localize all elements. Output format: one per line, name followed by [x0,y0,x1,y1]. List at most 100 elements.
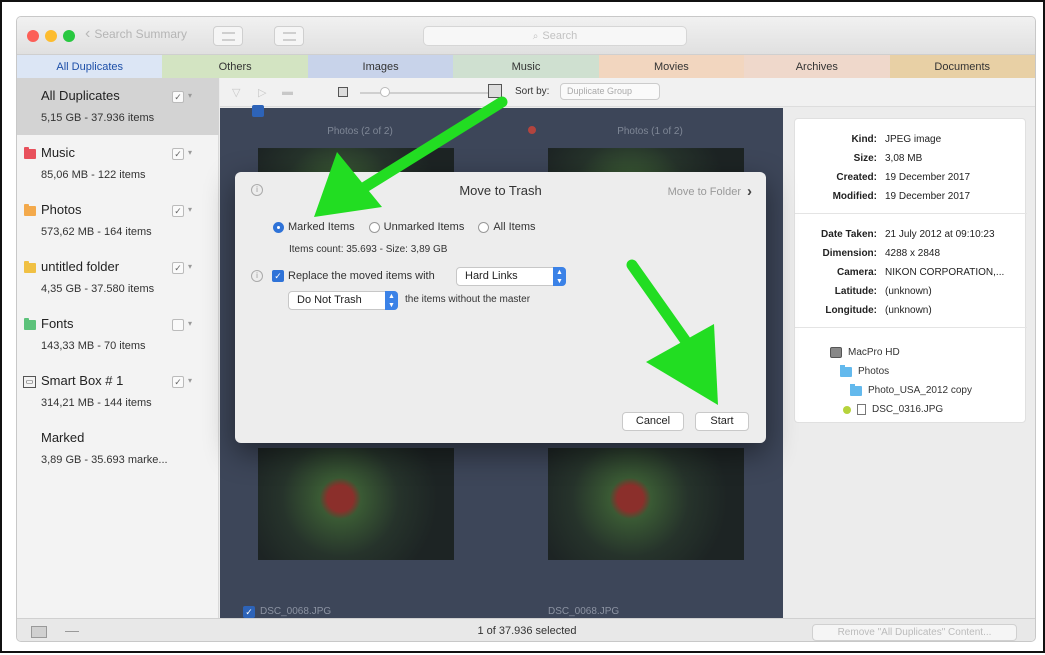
info-value: (unknown) [885,286,932,297]
tab-label: Others [218,60,252,73]
tab-label: Movies [653,60,689,73]
thumbnail-image[interactable] [548,448,744,560]
tab-documents[interactable]: Documents [889,55,1035,78]
file-name: DSC_0068.JPG [260,606,332,617]
tab-others[interactable]: Others [162,55,308,78]
start-button[interactable]: Start [695,412,749,431]
close-window-button[interactable] [27,30,39,42]
zoom-window-button[interactable] [63,30,75,42]
chevron-right-icon: › [747,183,752,200]
path-file[interactable]: DSC_0316.JPG [843,404,943,415]
tab-all-duplicates[interactable]: All Duplicates [17,55,163,78]
path-volume[interactable]: MacPro HD [830,347,900,358]
info-value: 21 July 2012 at 09:10:23 [885,229,995,240]
sidebar-item-smart-box[interactable]: ▭ Smart Box # 1 314,21 MB - 144 items ✓ … [17,363,219,420]
info-label: Kind: [851,134,877,145]
sidebar-item-checkbox[interactable]: ✓ [172,376,184,388]
radio-all-items[interactable]: All Items [478,221,536,233]
jpg-file-icon [857,404,866,415]
sidebar-item-label: Photos [41,202,82,217]
zoom-small-icon[interactable] [338,87,348,97]
radio-button[interactable] [273,221,284,233]
sidebar-item-music[interactable]: Music 85,06 MB - 122 items ✓ ▾ [17,135,219,192]
path-folder[interactable]: Photos [840,364,889,377]
sidebar-item-size: 5,15 GB - 37.936 items [41,112,155,124]
panel-toggle-button[interactable] [274,26,304,46]
sort-by-select[interactable]: Duplicate Group [560,83,660,100]
file-checkbox[interactable]: ✓ [243,606,255,618]
radio-button[interactable] [478,221,490,233]
move-to-folder-label: Move to Folder [667,185,741,198]
replace-with-value: Hard Links [465,270,518,282]
sidebar-item-size: 4,35 GB - 37.580 items [41,283,155,295]
tab-music[interactable]: Music [453,55,599,78]
radio-marked-items[interactable]: Marked Items [273,221,355,233]
title-bar: ‹ Search Summary ⌕ Search [17,17,1035,55]
items-count-text: Items count: 35.693 - Size: 3,89 GB [289,244,448,255]
sidebar-item-fonts[interactable]: Fonts 143,33 MB - 70 items ▾ [17,306,219,363]
folder-icon [850,383,862,396]
replace-with-select[interactable]: Hard Links ▲ ▼ [456,267,566,286]
sidebar: All Duplicates 5,15 GB - 37.936 items ✓ … [17,78,219,618]
info-row-latitude: Latitude: (unknown) [795,286,1027,302]
sidebar-item-untitled-folder[interactable]: untitled folder 4,35 GB - 37.580 items ✓… [17,249,219,306]
search-placeholder: Search [542,30,578,42]
radio-button[interactable] [368,221,380,233]
chevron-down-icon[interactable]: ▾ [188,376,192,385]
info-value: 3,08 MB [885,153,923,164]
sidebar-item-checkbox[interactable]: ✓ [172,262,184,274]
chevron-down-icon[interactable]: ▾ [188,262,192,271]
screenshot-frame: ‹ Search Summary ⌕ Search All Duplicates… [0,0,1045,653]
without-master-label: the items without the master [405,294,531,305]
play-icon[interactable]: ▷ [258,86,266,99]
sidebar-item-photos[interactable]: Photos 573,62 MB - 164 items ✓ ▾ [17,192,219,249]
info-divider [795,213,1027,214]
folder-icon [24,204,36,216]
info-value: 19 December 2017 [885,172,971,183]
move-to-trash-dialog: i Move to Trash Move to Folder › Marked … [235,172,766,443]
sidebar-item-checkbox[interactable]: ✓ [172,91,184,103]
zoom-large-icon[interactable] [488,84,502,98]
card-checkbox[interactable] [252,105,264,117]
minimize-window-button[interactable] [45,30,57,42]
trash-mode-select[interactable]: Do Not Trash ▲ ▼ [288,291,398,310]
tab-archives[interactable]: Archives [744,55,890,78]
sidebar-item-checkbox[interactable]: ✓ [172,205,184,217]
filter-icon[interactable]: ▽ [232,86,240,99]
cancel-button[interactable]: Cancel [622,412,684,431]
sidebar-item-all-duplicates[interactable]: All Duplicates 5,15 GB - 37.936 items ✓ … [17,78,219,135]
list-icon [222,32,235,41]
info-value: 19 December 2017 [885,191,971,202]
thumbnail-image[interactable] [258,448,454,560]
info-label: Date Taken: [821,229,877,240]
tab-movies[interactable]: Movies [598,55,745,78]
chevron-down-icon[interactable]: ▾ [188,205,192,214]
chevron-down-icon[interactable]: ▾ [188,148,192,157]
status-bar: 1 of 37.936 selected Remove "All Duplica… [17,618,1035,641]
file-info-box: Kind: JPEG image Size: 3,08 MB Created: 19 … [794,118,1027,423]
sidebar-item-marked[interactable]: Marked 3,89 GB - 35.693 marke... [17,420,219,477]
info-row-created: Created: 19 December 2017 [795,172,1027,188]
info-icon[interactable]: i [251,270,263,282]
radio-unmarked-items[interactable]: Unmarked Items [368,221,464,233]
folder-icon [24,147,36,159]
sidebar-item-label: All Duplicates [41,88,120,103]
updown-arrows-icon: ▲ ▼ [553,267,566,286]
sidebar-item-checkbox[interactable]: ✓ [172,148,184,160]
list-view-button[interactable] [213,26,243,46]
remove-content-button[interactable]: Remove "All Duplicates" Content... [812,624,1017,641]
replace-checkbox[interactable]: ✓ [272,270,284,282]
chevron-down-icon[interactable]: ▾ [188,319,192,328]
sidebar-item-checkbox[interactable] [172,319,184,331]
folder-icon [24,261,36,273]
grid-icon[interactable]: ▬ [282,86,293,98]
move-to-folder-link[interactable]: Move to Folder › [668,183,752,200]
zoom-slider-knob[interactable] [380,87,390,97]
search-field[interactable]: ⌕ Search [423,26,687,46]
path-folder[interactable]: Photo_USA_2012 copy [850,383,972,396]
tab-images[interactable]: Images [307,55,454,78]
card-title: Photos (2 of 2) [327,126,393,137]
file-name: DSC_0068.JPG [548,606,620,617]
back-nav-button[interactable]: ‹ Search Summary [85,26,187,42]
chevron-down-icon[interactable]: ▾ [188,91,192,100]
